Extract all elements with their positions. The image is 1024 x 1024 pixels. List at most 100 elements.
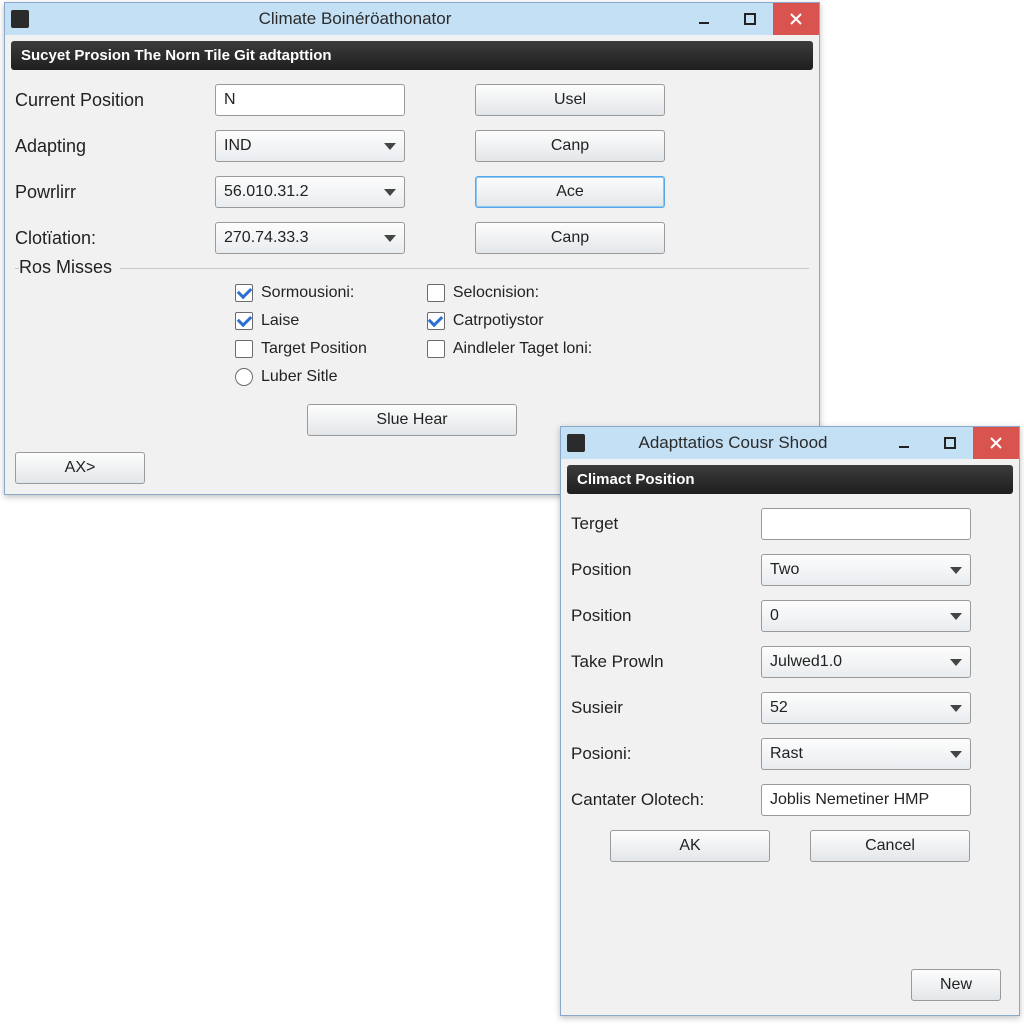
check-sormousioni[interactable]: Sormousioni:	[235, 284, 367, 302]
label-clotiation: Clotïation:	[15, 228, 205, 249]
window-title: Climate Boinéröathonator	[259, 9, 452, 29]
checkbox-icon	[427, 284, 445, 302]
combo-susieir[interactable]: 52	[761, 692, 971, 724]
value-cantater: Joblis Nemetiner HMP	[770, 791, 929, 809]
button-canp-1-label: Canp	[551, 137, 589, 155]
close-button[interactable]	[973, 427, 1019, 459]
label-adapting: Adapting	[15, 136, 205, 157]
row-position-1: Position Two	[571, 554, 1013, 586]
minimize-button[interactable]	[881, 427, 927, 459]
checkbox-icon	[235, 284, 253, 302]
input-terget[interactable]	[761, 508, 971, 540]
combo-clotiation[interactable]: 270.74.33.3	[215, 222, 405, 254]
button-ax[interactable]: AX>	[15, 452, 145, 484]
label-cantater: Cantater Olotech:	[571, 790, 751, 810]
combo-adapting[interactable]: IND	[215, 130, 405, 162]
value-clotiation: 270.74.33.3	[224, 229, 309, 247]
chevron-down-icon	[950, 613, 962, 620]
app-icon	[11, 10, 29, 28]
chevron-down-icon	[950, 659, 962, 666]
check-target-position[interactable]: Target Position	[235, 340, 367, 358]
dialog-window: Adapttatios Cousr Shood Climact Position…	[560, 426, 1020, 1016]
checkbox-icon	[427, 340, 445, 358]
chevron-down-icon	[384, 235, 396, 242]
titlebar[interactable]: Climate Boinéröathonator	[5, 3, 819, 35]
button-cancel-label: Cancel	[865, 837, 915, 855]
button-canp-2[interactable]: Canp	[475, 222, 665, 254]
value-susieir: 52	[770, 699, 788, 717]
group-ros-misses: Ros Misses Sormousioni: Laise Target Pos…	[15, 268, 809, 436]
row-take-prowln: Take Prowln Julwed1.0	[571, 646, 1013, 678]
row-powrlirr: Powrlirr 56.010.31.2 Ace	[15, 176, 813, 208]
row-cantater: Cantater Olotech: Joblis Nemetiner HMP	[571, 784, 1013, 816]
button-new[interactable]: New	[911, 969, 1001, 1001]
check-laise[interactable]: Laise	[235, 312, 367, 330]
check-catrpotiystor[interactable]: Catrpotiystor	[427, 312, 592, 330]
value-take-prowln: Julwed1.0	[770, 653, 842, 671]
value-current-position: N	[224, 91, 236, 109]
label-position-1: Position	[571, 560, 751, 580]
button-new-label: New	[940, 976, 972, 994]
chevron-down-icon	[384, 189, 396, 196]
main-window: Climate Boinéröathonator Sucyet Prosion …	[4, 2, 820, 495]
radio-icon	[235, 368, 253, 386]
value-posioni: Rast	[770, 745, 803, 763]
check-sormousioni-label: Sormousioni:	[261, 284, 354, 302]
check-aindleler-taget[interactable]: Aindleler Taget loni:	[427, 340, 592, 358]
check-selocnision-label: Selocnision:	[453, 284, 539, 302]
row-adapting: Adapting IND Canp	[15, 130, 813, 162]
label-take-prowln: Take Prowln	[571, 652, 751, 672]
button-slue-hear[interactable]: Slue Hear	[307, 404, 517, 436]
combo-posioni[interactable]: Rast	[761, 738, 971, 770]
input-current-position[interactable]: N	[215, 84, 405, 116]
label-susieir: Susieir	[571, 698, 751, 718]
close-button[interactable]	[773, 3, 819, 35]
maximize-button[interactable]	[927, 427, 973, 459]
button-canp-1[interactable]: Canp	[475, 130, 665, 162]
group-legend: Ros Misses	[19, 257, 120, 278]
chevron-down-icon	[950, 751, 962, 758]
label-posioni: Posioni:	[571, 744, 751, 764]
button-ax-label: AX>	[65, 459, 96, 477]
label-terget: Terget	[571, 514, 751, 534]
combo-powrlirr[interactable]: 56.010.31.2	[215, 176, 405, 208]
label-powrlirr: Powrlirr	[15, 182, 205, 203]
row-posioni: Posioni: Rast	[571, 738, 1013, 770]
check-selocnision[interactable]: Selocnision:	[427, 284, 592, 302]
label-position-2: Position	[571, 606, 751, 626]
checkbox-icon	[427, 312, 445, 330]
chevron-down-icon	[950, 567, 962, 574]
value-powrlirr: 56.010.31.2	[224, 183, 309, 201]
row-terget: Terget	[571, 508, 1013, 540]
chevron-down-icon	[384, 143, 396, 150]
window-title: Adapttatios Cousr Shood	[638, 433, 827, 453]
button-ok[interactable]: AK	[610, 830, 770, 862]
radio-luber-sitle-label: Luber Sitle	[261, 368, 338, 386]
button-ace-label: Ace	[556, 183, 584, 201]
button-slue-hear-label: Slue Hear	[376, 411, 447, 429]
combo-position-1[interactable]: Two	[761, 554, 971, 586]
row-current-position: Current Position N Usel	[15, 84, 813, 116]
radio-luber-sitle[interactable]: Luber Sitle	[235, 368, 367, 386]
input-cantater[interactable]: Joblis Nemetiner HMP	[761, 784, 971, 816]
combo-position-2[interactable]: 0	[761, 600, 971, 632]
button-ok-label: AK	[679, 837, 700, 855]
maximize-button[interactable]	[727, 3, 773, 35]
button-ace[interactable]: Ace	[475, 176, 665, 208]
combo-take-prowln[interactable]: Julwed1.0	[761, 646, 971, 678]
value-adapting: IND	[224, 137, 252, 155]
section-header: Climact Position	[567, 465, 1013, 494]
minimize-button[interactable]	[681, 3, 727, 35]
button-usel-label: Usel	[554, 91, 586, 109]
check-aindleler-taget-label: Aindleler Taget loni:	[453, 340, 592, 358]
checkbox-icon	[235, 312, 253, 330]
check-column-left: Sormousioni: Laise Target Position Luber…	[235, 284, 367, 386]
value-position-1: Two	[770, 561, 799, 579]
button-canp-2-label: Canp	[551, 229, 589, 247]
button-usel[interactable]: Usel	[475, 84, 665, 116]
section-header: Sucyet Prosion The Norn Tile Git adtaptt…	[11, 41, 813, 70]
button-cancel[interactable]: Cancel	[810, 830, 970, 862]
check-laise-label: Laise	[261, 312, 299, 330]
checkbox-icon	[235, 340, 253, 358]
titlebar[interactable]: Adapttatios Cousr Shood	[561, 427, 1019, 459]
